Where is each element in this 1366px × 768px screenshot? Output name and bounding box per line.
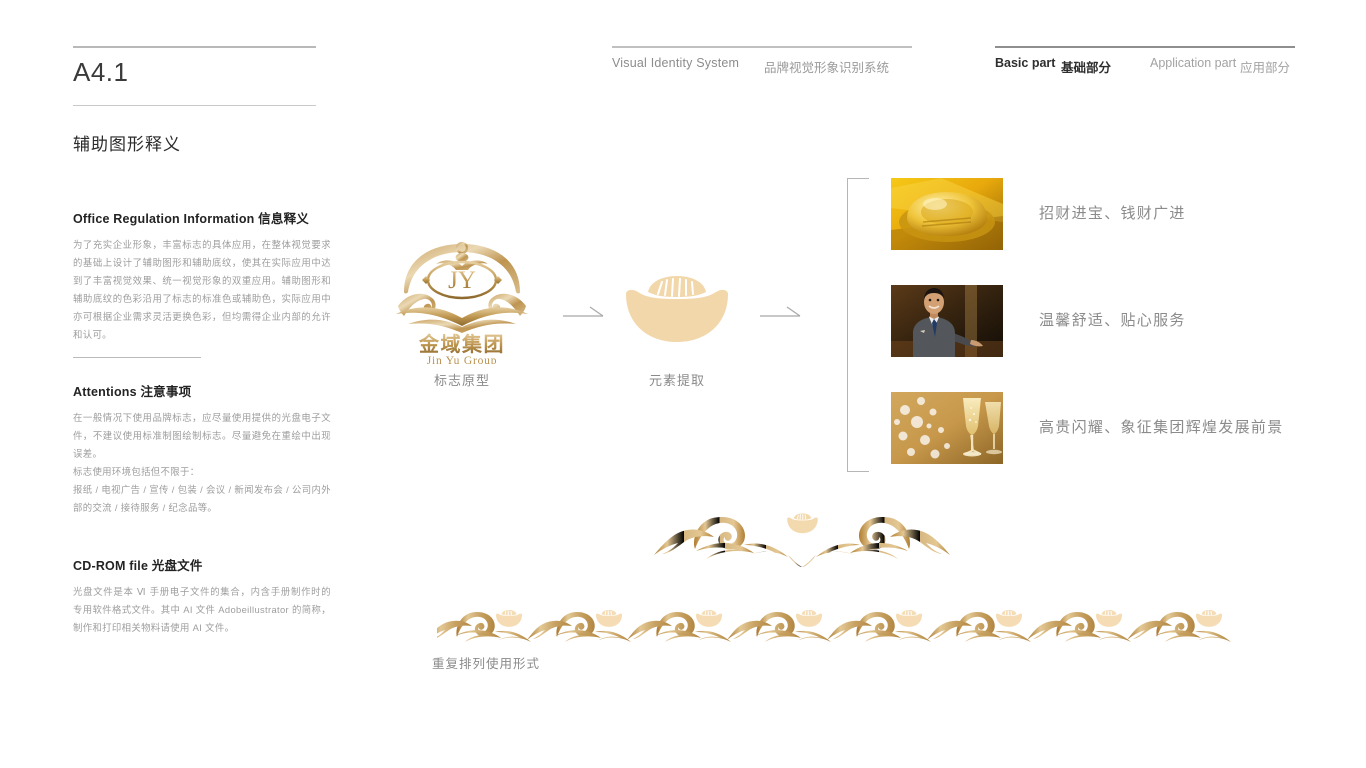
header-visual-identity-en: Visual Identity System [612,56,740,70]
sidebar-heading-info: Office Regulation Information 信息释义 [73,212,309,226]
element-caption: 元素提取 [648,373,705,388]
sidebar-block-attentions: Attentions 注意事项 在一般情况下使用品牌标志，应尽量使用提供的光盘电… [73,381,331,517]
grouping-bracket [847,178,869,472]
page-code: A4.1 [73,57,129,87]
sidebar-body-cdrom: 光盘文件是本 Ⅵ 手册电子文件的集合，内含手册制作时的专用软件格式文件。其中 A… [73,586,331,634]
logo-caption: 标志原型 [433,373,490,388]
page-code-top-rule [73,46,316,48]
ornament-caption: 重复排列使用形式 [432,657,541,671]
champagne-bokeh-photo [891,392,1003,464]
concept-row-1: 招财进宝、钱财广进 [891,178,1301,250]
sidebar-block-info: Office Regulation Information 信息释义 为了充实企… [73,208,331,344]
ornament-repeating-border [425,606,1243,650]
concept-label-3: 高贵闪耀、象征集团辉煌发展前景 [1039,419,1284,436]
page-title: 辅助图形释义 [73,135,181,154]
parts-rule [995,46,1295,48]
tab-application-part-en[interactable]: Application part [1150,56,1236,70]
sidebar-body-attentions: 在一般情况下使用品牌标志，应尽量使用提供的光盘电子文件，不建议使用标准制图绘制标… [73,412,331,514]
arrow-right-icon-1 [563,305,605,326]
sidebar-block-cdrom: CD-ROM file 光盘文件 光盘文件是本 Ⅵ 手册电子文件的集合，内含手册… [73,555,331,637]
sidebar-heading-attentions: Attentions 注意事项 [73,385,192,399]
vi-manual-page: A4.1 Visual Identity System 品牌视觉形象识别系统 B… [0,0,1366,768]
concept-label-2: 温馨舒适、贴心服务 [1039,312,1186,329]
sidebar-body-info: 为了充实企业形象，丰富标志的具体应用，在整体视觉要求的基础上设计了辅助图形和辅助… [73,239,331,341]
hotel-staff-photo [891,285,1003,357]
visual-identity-rule [612,46,912,48]
tab-basic-part-en[interactable]: Basic part [995,56,1055,70]
ornament-flourish [648,505,956,567]
concept-label-1: 招财进宝、钱财广进 [1039,205,1186,222]
sidebar-heading-cdrom: CD-ROM file 光盘文件 [73,559,203,573]
header-visual-identity-cn: 品牌视觉形象识别系统 [764,61,890,75]
tab-application-part-cn[interactable]: 应用部分 [1240,57,1290,76]
concept-row-3: 高贵闪耀、象征集团辉煌发展前景 [891,392,1301,464]
concept-row-2: 温馨舒适、贴心服务 [891,285,1301,357]
logo-name-cn-text: 金域集团 [418,332,505,356]
logo-monogram-text: JY [448,267,476,294]
arrow-right-icon-2 [760,305,802,326]
gold-ingot-icon [622,268,732,346]
logo-name-en-text: Jin Yu Group [427,355,498,364]
sidebar-divider [73,357,201,358]
gold-ingot-photo [891,178,1003,250]
brand-logo: JY 金域集团 Jin Yu Group [386,234,538,367]
tab-basic-part-cn[interactable]: 基础部分 [1061,57,1111,76]
page-code-bottom-rule [73,105,316,106]
